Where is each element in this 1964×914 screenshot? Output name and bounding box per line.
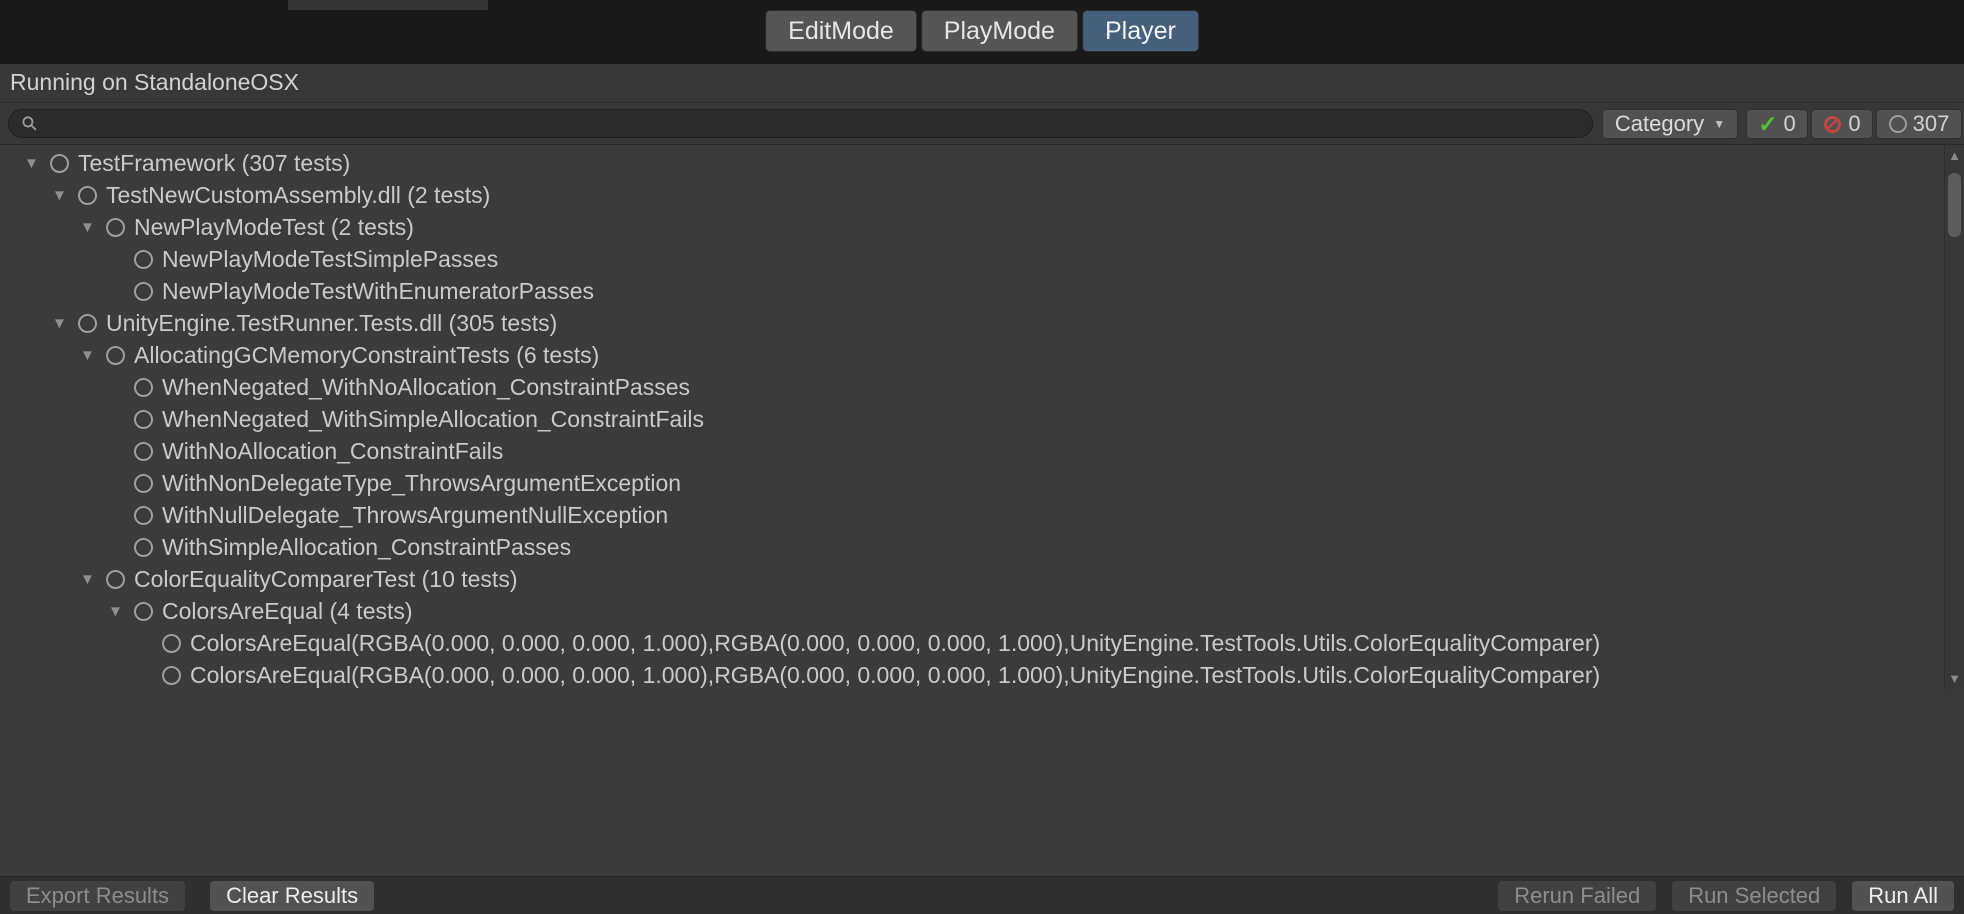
test-output-panel [0,689,1964,877]
tree-row[interactable]: ▼ TestFramework (307 tests) [0,147,1964,179]
passed-check-icon: ✓ [1758,113,1777,136]
test-name-label: WithNoAllocation_ConstraintFails [162,438,503,465]
foldout-arrow-icon[interactable]: ▼ [22,155,50,172]
test-status-notrun-icon [134,250,153,269]
test-status-notrun-icon [50,154,69,173]
foldout-arrow-icon[interactable]: ▼ [50,187,78,204]
test-name-label: WithNullDelegate_ThrowsArgumentNullExcep… [162,502,668,529]
tree-row[interactable]: WithNoAllocation_ConstraintFails [0,435,1964,467]
mode-tab-group: EditMode PlayMode Player [765,10,1199,52]
tree-row[interactable]: ▼ UnityEngine.TestRunner.Tests.dll (305 t… [0,307,1964,339]
tree-row[interactable]: ColorsAreEqual(RGBA(0.000, 0.000, 0.000,… [0,659,1964,691]
tree-row[interactable]: WhenNegated_WithNoAllocation_ConstraintP… [0,371,1964,403]
tree-row[interactable]: WithNullDelegate_ThrowsArgumentNullExcep… [0,499,1964,531]
test-status-notrun-icon [162,634,181,653]
tree-row[interactable]: NewPlayModeTestSimplePasses [0,243,1964,275]
export-results-button: Export Results [10,881,185,911]
test-name-label: ColorsAreEqual (4 tests) [162,598,413,625]
test-status-notrun-icon [134,410,153,429]
test-status-notrun-icon [134,506,153,525]
test-name-label: NewPlayModeTestWithEnumeratorPasses [162,278,594,305]
test-status-notrun-icon [78,314,97,333]
test-name-label: NewPlayModeTestSimplePasses [162,246,498,273]
result-filter-group: ✓ 0 0 307 [1746,109,1962,139]
notrun-filter-button[interactable]: 307 [1876,109,1962,139]
search-field-wrap [8,109,1593,138]
test-status-notrun-icon [106,218,125,237]
scroll-down-arrow-icon[interactable]: ▼ [1945,671,1964,687]
passed-filter-button[interactable]: ✓ 0 [1746,109,1808,139]
tree-row[interactable]: ▼ AllocatingGCMemoryConstraintTests (6 te… [0,339,1964,371]
chevron-down-icon: ▼ [1713,117,1725,131]
status-bar: Running on StandaloneOSX [0,64,1964,103]
foldout-arrow-icon[interactable]: ▼ [78,219,106,236]
test-name-label: WithSimpleAllocation_ConstraintPasses [162,534,571,561]
foldout-arrow-icon[interactable]: ▼ [50,315,78,332]
tab-editmode[interactable]: EditMode [765,10,917,52]
test-status-notrun-icon [162,666,181,685]
top-toolbar: EditMode PlayMode Player [0,0,1964,64]
notrun-circle-icon [1889,115,1907,133]
test-status-notrun-icon [134,474,153,493]
test-name-label: WhenNegated_WithNoAllocation_ConstraintP… [162,374,690,401]
failed-filter-button[interactable]: 0 [1811,109,1873,139]
test-name-label: NewPlayModeTest (2 tests) [134,214,414,241]
foldout-arrow-icon[interactable]: ▼ [78,571,106,588]
test-name-label: WithNonDelegateType_ThrowsArgumentExcept… [162,470,681,497]
category-label: Category [1615,111,1704,137]
scroll-up-arrow-icon[interactable]: ▲ [1945,148,1964,164]
tab-playmode[interactable]: PlayMode [921,10,1078,52]
test-status-notrun-icon [134,602,153,621]
failed-icon [1823,115,1842,134]
tree-row[interactable]: WhenNegated_WithSimpleAllocation_Constra… [0,403,1964,435]
category-dropdown[interactable]: Category ▼ [1602,109,1738,139]
test-name-label: UnityEngine.TestRunner.Tests.dll (305 te… [106,310,557,337]
rerun-failed-button: Rerun Failed [1498,881,1656,911]
test-status-notrun-icon [134,282,153,301]
run-all-button[interactable]: Run All [1852,881,1954,911]
tree-scrollbar[interactable]: ▲ ▼ [1944,145,1964,690]
scrollbar-thumb[interactable] [1948,173,1961,237]
tree-row[interactable]: WithSimpleAllocation_ConstraintPasses [0,531,1964,563]
test-name-label: ColorsAreEqual(RGBA(0.000, 0.000, 0.000,… [190,662,1600,689]
footer-toolbar: Export Results Clear Results Rerun Faile… [0,877,1964,914]
tree-row[interactable]: ColorsAreEqual(RGBA(0.000, 0.000, 0.000,… [0,627,1964,659]
test-name-label: AllocatingGCMemoryConstraintTests (6 tes… [134,342,599,369]
foldout-arrow-icon[interactable]: ▼ [106,603,134,620]
running-target-label: Running on StandaloneOSX [10,64,299,101]
test-name-label: WhenNegated_WithSimpleAllocation_Constra… [162,406,704,433]
test-status-notrun-icon [78,186,97,205]
test-name-label: TestFramework (307 tests) [78,150,350,177]
footer-right-group: Rerun Failed Run Selected Run All [1498,881,1954,911]
tree-row[interactable]: ▼ NewPlayModeTest (2 tests) [0,211,1964,243]
test-status-notrun-icon [134,378,153,397]
passed-count: 0 [1784,111,1796,137]
notrun-count: 307 [1913,111,1950,137]
foldout-arrow-icon[interactable]: ▼ [78,347,106,364]
docked-tab-hint [288,0,488,10]
tree-row[interactable]: ▼ ColorsAreEqual (4 tests) [0,595,1964,627]
test-status-notrun-icon [106,570,125,589]
tree-row[interactable]: ▼ TestNewCustomAssembly.dll (2 tests) [0,179,1964,211]
failed-count: 0 [1848,111,1860,137]
search-input[interactable] [8,109,1593,138]
tab-player[interactable]: Player [1082,10,1199,52]
filter-toolbar: Category ▼ ✓ 0 0 307 [0,103,1964,145]
tree-row[interactable]: NewPlayModeTestWithEnumeratorPasses [0,275,1964,307]
tree-row[interactable]: ▼ ColorEqualityComparerTest (10 tests) [0,563,1964,595]
test-status-notrun-icon [134,538,153,557]
search-icon [21,115,38,132]
test-status-notrun-icon [134,442,153,461]
tree-row[interactable]: WithNonDelegateType_ThrowsArgumentExcept… [0,467,1964,499]
test-status-notrun-icon [106,346,125,365]
test-name-label: TestNewCustomAssembly.dll (2 tests) [106,182,490,209]
test-name-label: ColorsAreEqual(RGBA(0.000, 0.000, 0.000,… [190,630,1600,657]
clear-results-button[interactable]: Clear Results [210,881,374,911]
test-name-label: ColorEqualityComparerTest (10 tests) [134,566,517,593]
test-tree: ▼TestFramework (307 tests)▼TestNewCustom… [0,145,1964,691]
run-selected-button: Run Selected [1672,881,1836,911]
